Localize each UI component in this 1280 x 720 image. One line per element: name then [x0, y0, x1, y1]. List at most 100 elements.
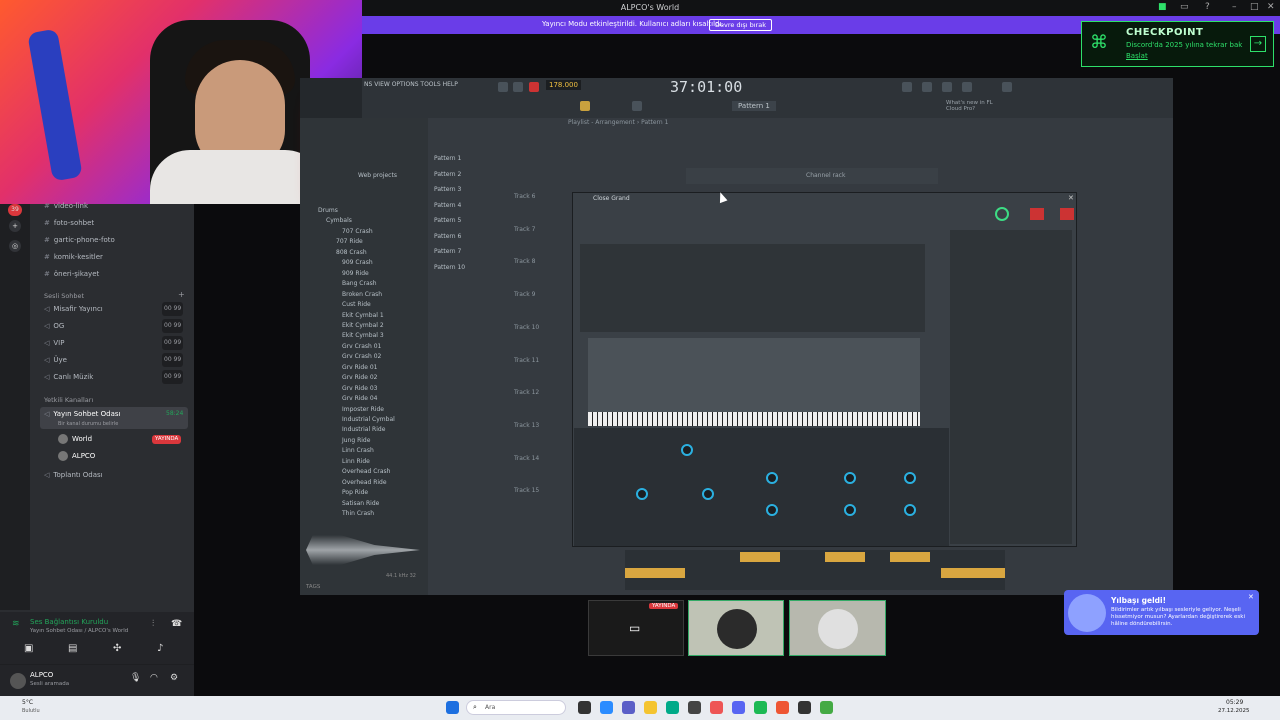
teams-icon[interactable]: [622, 701, 635, 714]
clock-time[interactable]: 05:29: [1226, 699, 1243, 706]
voice-channel[interactable]: ◁ Üye 00 99: [44, 353, 192, 367]
voice-category[interactable]: Sesli Sohbet: [44, 292, 84, 300]
browser-item[interactable]: Ekit Cymbal 2: [342, 321, 384, 331]
piano-roll-icon[interactable]: [922, 82, 932, 92]
activities-icon[interactable]: ✣: [113, 643, 121, 654]
app-icon-2[interactable]: [798, 701, 811, 714]
voice-status[interactable]: Ses Bağlantısı Kuruldu: [30, 618, 108, 626]
pattern-item[interactable]: Pattern 5: [434, 217, 461, 224]
track-label[interactable]: Track 13: [514, 422, 539, 429]
newyear-notification[interactable]: Yılbaşı geldi! Bildirimler artık yılbaşı…: [1064, 590, 1259, 635]
voice-user[interactable]: World: [58, 432, 92, 446]
checkpoint-link[interactable]: Başlat: [1126, 52, 1148, 60]
browser-item[interactable]: Grv Ride 02: [342, 373, 377, 383]
browser-item[interactable]: Ekit Cymbal 3: [342, 331, 384, 341]
program-table[interactable]: [580, 244, 925, 332]
chrome-icon[interactable]: [820, 701, 833, 714]
close-icon[interactable]: ✕: [1248, 593, 1254, 601]
track-label[interactable]: Track 6: [514, 193, 535, 200]
clip[interactable]: [625, 568, 685, 578]
browser-item[interactable]: 707 Ride: [336, 237, 363, 247]
damp-knob[interactable]: [844, 472, 856, 484]
browser-item[interactable]: Cymbals: [326, 216, 352, 226]
disable-streamer-mode-button[interactable]: Devre dışı bırak: [709, 19, 772, 31]
lowcut-knob[interactable]: [766, 504, 778, 516]
meeting-channel[interactable]: ◁ Toplantı Odası: [44, 468, 103, 482]
plugin-close-icon[interactable]: ✕: [1068, 194, 1074, 202]
browser-item[interactable]: Imposter Ride: [342, 405, 384, 415]
stop-red-icon-2[interactable]: [1060, 208, 1074, 220]
explorer-icon[interactable]: [644, 701, 657, 714]
fl-studio-icon[interactable]: [710, 701, 723, 714]
minimize-icon[interactable]: –: [1232, 2, 1237, 12]
track-label[interactable]: Track 11: [514, 357, 539, 364]
pattern-item[interactable]: Pattern 1: [434, 155, 461, 162]
authorized-category[interactable]: Yetkili Kanalları: [44, 396, 93, 404]
username[interactable]: ALPCO: [30, 671, 53, 679]
browser-item[interactable]: Grv Ride 04: [342, 394, 377, 404]
voice-channel[interactable]: ◁ Misafir Yayıncı 00 99: [44, 302, 192, 316]
master-volume-knob[interactable]: [995, 207, 1009, 221]
track-label[interactable]: Track 10: [514, 324, 539, 331]
taskview-icon[interactable]: [578, 701, 591, 714]
stream-tile-screen[interactable]: YAYINDA ▭: [588, 600, 684, 656]
help-icon[interactable]: ?: [1205, 2, 1210, 12]
browser-item[interactable]: Drums: [318, 206, 338, 216]
browser-item[interactable]: Industrial Cymbal: [342, 415, 395, 425]
text-channel[interactable]: # gartic-phone-foto: [44, 233, 115, 247]
cloud-icon[interactable]: [1002, 82, 1012, 92]
browser-item[interactable]: 909 Ride: [342, 269, 369, 279]
rate2-knob[interactable]: [904, 504, 916, 516]
track-label[interactable]: Track 8: [514, 258, 535, 265]
fl-cloud-hint[interactable]: What's new in FL Cloud Pro?: [946, 100, 1006, 112]
browser-item[interactable]: Linn Crash: [342, 446, 374, 456]
browser-item[interactable]: 808 Crash: [336, 248, 367, 258]
mixer-icon[interactable]: [902, 82, 912, 92]
browser-item[interactable]: Ekit Cymbal 1: [342, 311, 384, 321]
draw-icon[interactable]: [632, 101, 642, 111]
track-label[interactable]: Track 14: [514, 455, 539, 462]
browser-item[interactable]: Grv Crash 01: [342, 342, 381, 352]
pattern-item[interactable]: Pattern 4: [434, 202, 461, 209]
volume-knob[interactable]: [681, 444, 693, 456]
plugin-icon[interactable]: [962, 82, 972, 92]
stop-red-icon[interactable]: [1030, 208, 1044, 220]
screen-share-icon[interactable]: ▤: [68, 643, 77, 654]
web-projects-label[interactable]: Web projects: [358, 172, 397, 179]
clock-date[interactable]: 27.12.2025: [1218, 708, 1250, 714]
browser-item[interactable]: Grv Ride 01: [342, 363, 377, 373]
fl-menu[interactable]: NS VIEW OPTIONS TOOLS HELP: [364, 81, 458, 88]
browser-item[interactable]: Cust Ride: [342, 300, 371, 310]
tags-label[interactable]: TAGS: [306, 584, 320, 590]
pattern-item[interactable]: Pattern 6: [434, 233, 461, 240]
clip[interactable]: [825, 552, 865, 562]
gear-icon[interactable]: ⚙: [170, 673, 178, 683]
pattern-item[interactable]: Pattern 10: [434, 264, 465, 271]
camera-off-icon[interactable]: ▣: [24, 643, 33, 654]
start-icon[interactable]: [446, 701, 459, 714]
pattern-item[interactable]: Pattern 2: [434, 171, 461, 178]
copilot-icon[interactable]: [600, 701, 613, 714]
browser-item[interactable]: Pop Ride: [342, 488, 368, 498]
delay-knob[interactable]: [766, 472, 778, 484]
browser-item[interactable]: 707 Crash: [342, 227, 373, 237]
piano-keyboard[interactable]: [588, 412, 920, 426]
noise-suppression-icon[interactable]: ⫶: [152, 619, 154, 629]
checkpoint-promo[interactable]: ⌘ CHECKPOINT Discord'da 2025 yılına tekr…: [1081, 21, 1274, 67]
track-label[interactable]: Track 7: [514, 226, 535, 233]
record-icon[interactable]: [529, 82, 539, 92]
browser-item[interactable]: Satisan Ride: [342, 499, 379, 509]
discover-icon[interactable]: ◎: [9, 240, 21, 252]
text-channel[interactable]: # foto-sohbet: [44, 216, 94, 230]
store-icon[interactable]: [688, 701, 701, 714]
checkpoint-icon[interactable]: ■: [1158, 2, 1167, 12]
tempo-display[interactable]: 178.000: [546, 80, 581, 90]
browser-item[interactable]: Thin Crash: [342, 509, 374, 519]
microphone-icon[interactable]: 🎙︎: [130, 673, 141, 683]
browser-item[interactable]: 909 Crash: [342, 258, 373, 268]
rate-knob[interactable]: [702, 488, 714, 500]
headphones-icon[interactable]: ◠: [150, 673, 158, 683]
arrow-right-icon[interactable]: →: [1250, 36, 1266, 52]
discord-icon[interactable]: [732, 701, 745, 714]
text-channel[interactable]: # komik-kesitler: [44, 250, 103, 264]
